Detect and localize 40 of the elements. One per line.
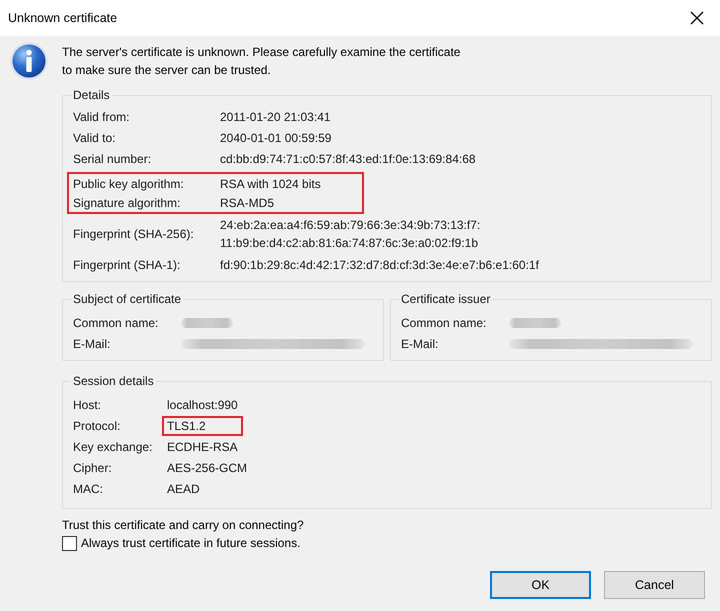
field-label: Valid to:: [73, 130, 116, 146]
field-label: Cipher:: [73, 460, 113, 476]
field-label: Common name:: [73, 314, 160, 332]
field-label: Fingerprint (SHA-1):: [73, 256, 182, 274]
field-value: TLS1.2: [167, 418, 206, 434]
cancel-button[interactable]: Cancel: [604, 571, 705, 599]
field-value: AEAD: [167, 480, 200, 498]
field-label: Valid from:: [73, 108, 130, 126]
field-value: RSA with 1024 bits: [220, 176, 321, 192]
group-title: Certificate issuer: [400, 291, 492, 307]
group-title: Session details: [72, 373, 155, 389]
warning-message: The server's certificate is unknown. Please carefully examine the certificate to make sure the server can be trusted.: [62, 44, 460, 79]
group-title: Subject of certificate: [72, 291, 182, 307]
ok-button[interactable]: OK: [490, 571, 591, 599]
field-value: RSA-MD5: [220, 194, 274, 212]
field-label: Fingerprint (SHA-256):: [73, 226, 195, 243]
field-value: 2011-01-20 21:03:41: [220, 108, 331, 126]
field-label: Protocol:: [73, 418, 122, 434]
info-icon: [10, 42, 48, 80]
field-value: ECDHE-RSA: [167, 438, 238, 456]
field-value: 2040-01-01 00:59:59: [220, 130, 332, 146]
field-label: Public key algorithm:: [73, 176, 185, 192]
field-value: AES-256-GCM: [167, 460, 248, 476]
field-label: Common name:: [401, 314, 488, 332]
dialog-title: Unknown certificate: [8, 11, 118, 25]
close-icon: [690, 11, 704, 25]
checkbox[interactable]: [62, 536, 77, 550]
field-label: Serial number:: [73, 150, 152, 168]
field-label: Host:: [73, 396, 102, 414]
field-label: E-Mail:: [401, 336, 440, 352]
checkbox-label[interactable]: Always trust certificate in future sessions.: [81, 536, 300, 550]
trust-question: Trust this certificate and carry on connecting?: [62, 517, 305, 533]
field-label: Key exchange:: [73, 438, 154, 456]
group-title: Details: [72, 87, 111, 103]
field-label: MAC:: [73, 480, 104, 498]
field-label: Signature algorithm:: [73, 194, 182, 212]
field-label: E-Mail:: [73, 336, 112, 352]
field-value: fd:90:1b:29:8c:4d:42:17:32:d7:8d:cf:3d:3e:4e:e7:b6:e1:60:1f: [220, 256, 539, 274]
field-value: cd:bb:d9:74:71:c0:57:8f:43:ed:1f:0e:13:69:84:68: [220, 150, 476, 168]
field-value: localhost:990: [167, 396, 238, 414]
